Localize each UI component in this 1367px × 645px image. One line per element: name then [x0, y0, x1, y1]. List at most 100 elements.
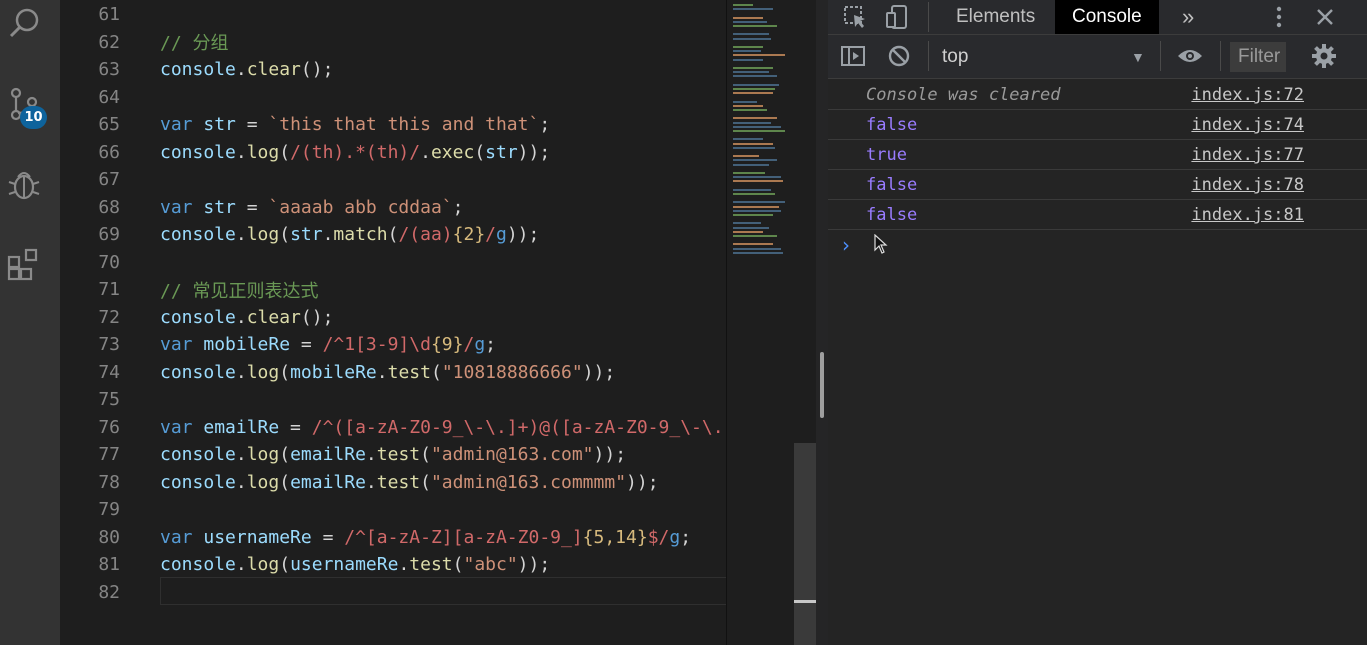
- code-token: console: [160, 361, 236, 383]
- eye-icon[interactable]: [1174, 41, 1206, 71]
- code-token: str: [203, 114, 236, 135]
- line-number: 67: [98, 169, 120, 190]
- line-number: 69: [98, 224, 120, 245]
- code-text: var usernameRe = /^[a-zA-Z][a-zA-Z0-9_]{…: [160, 527, 691, 548]
- minimap[interactable]: [726, 0, 795, 645]
- code-token: .: [376, 361, 388, 383]
- console-message-row: false index.js:74: [828, 110, 1367, 140]
- code-token: var: [160, 416, 193, 438]
- code-token: str: [203, 196, 236, 218]
- filter-input[interactable]: Filter: [1230, 42, 1286, 72]
- search-icon[interactable]: [0, 0, 48, 48]
- scrollbar-thumb[interactable]: [794, 443, 816, 645]
- code-editor[interactable]: 61 62// 分组 63 console.clear(); 64 65 var str =…: [60, 0, 726, 645]
- code-line: 81 console.log(usernameRe.test("abc"));: [60, 551, 550, 578]
- code-token: console: [160, 59, 236, 80]
- line-number: 77: [98, 444, 120, 465]
- code-token: (: [474, 141, 486, 163]
- minimap-line: [733, 100, 757, 103]
- code-token: test: [376, 444, 421, 465]
- clear-console-icon[interactable]: [884, 41, 914, 71]
- code-token: console: [160, 224, 236, 245]
- close-icon[interactable]: [1310, 2, 1340, 32]
- debug-icon[interactable]: [0, 160, 48, 208]
- minimap-line: [733, 71, 769, 74]
- code-token: (: [279, 554, 291, 575]
- context-selector[interactable]: top: [942, 35, 968, 78]
- code-token: log: [246, 444, 280, 465]
- code-token: console: [160, 471, 236, 493]
- minimap-line: [733, 222, 761, 225]
- line-number: 76: [98, 416, 120, 438]
- code-text: console.log(emailRe.test("admin@163.com"…: [160, 444, 626, 465]
- code-token: $/: [647, 526, 670, 548]
- minimap-line: [733, 163, 769, 166]
- code-text: console.log(usernameRe.test("abc"));: [160, 554, 550, 575]
- source-link[interactable]: index.js:81: [1191, 200, 1304, 230]
- code-line: 77 console.log(emailRe.test("admin@163.co…: [60, 441, 626, 468]
- code-token: clear: [246, 306, 301, 328]
- minimap-line: [733, 75, 777, 78]
- console-message: false: [866, 115, 918, 135]
- minimap-line: [733, 54, 785, 57]
- code-token: ;: [452, 196, 464, 218]
- code-line: 68 var str = `aaaab abb cddaa`;: [60, 194, 463, 221]
- source-link[interactable]: index.js:72: [1191, 80, 1304, 110]
- more-tabs-icon[interactable]: »: [1172, 0, 1204, 34]
- line-number: 74: [98, 361, 120, 383]
- chevron-down-icon[interactable]: ▼: [1131, 35, 1145, 78]
- code-token: ));: [626, 471, 659, 493]
- show-sidebar-icon[interactable]: [838, 41, 868, 71]
- code-token: =: [235, 196, 269, 218]
- code-token: g: [669, 526, 681, 548]
- console-message-row: false index.js:78: [828, 170, 1367, 200]
- code-token: (: [387, 224, 399, 245]
- code-line: 71 // 常见正则表达式: [60, 276, 318, 303]
- line-number: 62: [98, 31, 120, 53]
- console-toolbar: top ▼ Filter: [828, 35, 1367, 79]
- tab-console[interactable]: Console: [1055, 0, 1159, 34]
- minimap-line: [733, 92, 773, 95]
- code-token: console: [160, 141, 236, 163]
- minimap-line: [733, 8, 773, 11]
- current-line-highlight: [160, 577, 726, 605]
- line-number: 80: [98, 526, 120, 548]
- tab-elements[interactable]: Elements: [942, 0, 1049, 34]
- minimap-line: [733, 37, 771, 40]
- minimap-line: [733, 172, 765, 174]
- divider: [1160, 41, 1161, 71]
- code-token: mobileRe: [203, 334, 291, 355]
- code-token: ));: [517, 554, 551, 575]
- code-token: ));: [593, 444, 627, 465]
- device-toolbar-icon[interactable]: [882, 2, 912, 32]
- code-line: 79: [60, 496, 120, 523]
- source-link[interactable]: index.js:77: [1191, 140, 1304, 170]
- source-link[interactable]: index.js:74: [1191, 110, 1304, 140]
- code-token: {9}: [430, 334, 464, 355]
- code-line: 66 console.log(/(th).*(th)/.exec(str));: [60, 139, 550, 166]
- gear-icon[interactable]: [1308, 41, 1340, 71]
- console-message-row: true index.js:77: [828, 140, 1367, 170]
- code-token: (: [430, 361, 442, 383]
- sash-grip[interactable]: [820, 352, 824, 418]
- panel-resize-sash[interactable]: [816, 0, 828, 645]
- code-token: /^1[3-9]\d: [322, 334, 431, 355]
- minimap-line: [733, 117, 777, 120]
- console-prompt-icon[interactable]: ›: [842, 233, 850, 257]
- minimap-line: [733, 16, 763, 19]
- code-line: 75: [60, 386, 120, 413]
- minimap-line: [733, 226, 769, 229]
- minimap-line: [733, 46, 763, 48]
- code-token: log: [246, 471, 280, 493]
- minimap-line: [733, 88, 775, 90]
- code-token: test: [376, 471, 421, 493]
- extensions-icon[interactable]: [0, 240, 48, 288]
- source-link[interactable]: index.js:78: [1191, 170, 1304, 200]
- code-token: match: [333, 224, 388, 245]
- code-token: ();: [300, 306, 334, 328]
- inspect-element-icon[interactable]: [840, 2, 870, 32]
- kebab-menu-icon[interactable]: [1266, 2, 1292, 32]
- code-token: .: [235, 471, 247, 493]
- code-token: (: [452, 554, 464, 575]
